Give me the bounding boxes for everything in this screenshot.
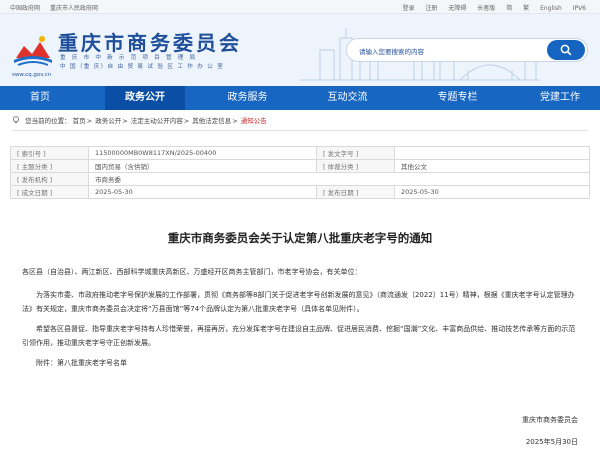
- table-row: [ 发布机构 ] 市商务委: [10, 172, 590, 186]
- index-label: [ 索引号 ]: [10, 146, 89, 160]
- search-input[interactable]: 请输入您要搜索的内容: [359, 46, 424, 56]
- document-meta-table: [ 索引号 ] 11500000MB0W8117XN/2025-00400 [ …: [10, 146, 590, 199]
- genre-label: [ 体裁分类 ]: [316, 159, 395, 173]
- location-icon: [12, 116, 20, 124]
- site-subtitle-2: 中 国（重 庆）自 由 贸 易 试 验 区 工 作 办 公 室: [60, 64, 225, 70]
- site-domain: sww.cq.gov.cn: [12, 72, 52, 78]
- main-nav: 首页 政务公开 政务服务 互动交流 专题专栏 党建工作: [0, 86, 600, 110]
- published-date-label: [ 发布日期 ]: [316, 185, 395, 199]
- article-paragraph-1: 为落实市委、市政府推动老字号保护发展的工作部署，贯彻《商务部等8部门关于促进老字…: [22, 291, 575, 313]
- site-logo-icon: [14, 36, 52, 66]
- top-right-links: 登录 注册 无障碍 长者版 简 繁 English IPV6: [393, 3, 586, 12]
- register-link[interactable]: 注册: [425, 5, 437, 12]
- article-paragraph-2: 希望各区县督促、指导重庆老字号持有人珍惜荣誉，再接再厉，充分发挥老字号在建设自主…: [22, 325, 576, 347]
- breadcrumb-statutory[interactable]: 法定主动公开内容: [131, 117, 183, 125]
- created-date-value: 2025-05-30: [88, 185, 317, 199]
- published-date-value: 2025-05-30: [394, 185, 590, 199]
- english-link[interactable]: English: [540, 5, 562, 12]
- site-title[interactable]: 重庆市商务委员会: [58, 27, 242, 56]
- elder-version-link[interactable]: 长者版: [477, 5, 495, 12]
- signature-org: 重庆市商务委员会: [522, 416, 578, 424]
- accessibility-link[interactable]: 无障碍: [448, 5, 466, 12]
- search-button[interactable]: [547, 40, 585, 60]
- attachment-link[interactable]: 附件：第八批重庆老字号名单: [22, 356, 578, 370]
- breadcrumb-home[interactable]: 首页: [73, 117, 86, 125]
- breadcrumb-prefix: 您当前的位置：: [25, 117, 71, 125]
- topic-value: 国内贸易（含供销）: [88, 159, 317, 173]
- cq-gov-link[interactable]: 重庆市人民政府网: [50, 5, 98, 12]
- nav-special-topics[interactable]: 专题专栏: [415, 86, 500, 110]
- nav-home[interactable]: 首页: [0, 86, 80, 110]
- nav-gov-affairs-open[interactable]: 政务公开: [105, 86, 185, 110]
- publisher-label: [ 发布机构 ]: [10, 172, 89, 186]
- nav-interaction[interactable]: 互动交流: [305, 86, 390, 110]
- topic-label: [ 主题分类 ]: [10, 159, 89, 173]
- breadcrumb-other-info[interactable]: 其他法定信息: [192, 117, 231, 125]
- breadcrumb-current[interactable]: 通知公告: [241, 117, 267, 125]
- table-row: [ 主题分类 ] 国内贸易（含供销） [ 体裁分类 ] 其他公文: [10, 159, 590, 173]
- signature-date: 2025年5月30日: [525, 438, 578, 446]
- publisher-value: 市商务委: [88, 172, 590, 186]
- top-left-links: 中国政府网 重庆市人民政府网: [10, 3, 106, 12]
- table-row: [ 索引号 ] 11500000MB0W8117XN/2025-00400 [ …: [10, 146, 590, 160]
- article-title: 重庆市商务委员会关于认定第八批重庆老字号的通知: [167, 231, 433, 245]
- search-icon: [560, 44, 572, 56]
- breadcrumb: 您当前的位置： 首页> 政务公开> 法定主动公开内容> 其他法定信息> 通知公告: [12, 115, 267, 125]
- site-subtitle-1: 重 庆 市 中 新 示 范 项 目 管 理 局: [60, 55, 198, 61]
- table-row: [ 成文日期 ] 2025-05-30 [ 发布日期 ] 2025-05-30: [10, 185, 590, 199]
- divider: [12, 130, 588, 131]
- index-value: 11500000MB0W8117XN/2025-00400: [88, 146, 317, 160]
- breadcrumb-gov-open[interactable]: 政务公开: [95, 117, 121, 125]
- simplified-link[interactable]: 简: [506, 5, 512, 12]
- doc-number-label: [ 发文字号 ]: [316, 146, 395, 160]
- nav-gov-services[interactable]: 政务服务: [205, 86, 290, 110]
- top-utility-bar: 中国政府网 重庆市人民政府网 登录 注册 无障碍 长者版 简 繁 English…: [0, 0, 600, 14]
- ipv6-link: IPV6: [572, 5, 586, 12]
- genre-value: 其他公文: [394, 159, 590, 173]
- traditional-link[interactable]: 繁: [523, 5, 529, 12]
- doc-number-value: [394, 146, 590, 160]
- login-link[interactable]: 登录: [402, 5, 414, 12]
- search-box: 请输入您要搜索的内容: [346, 38, 588, 62]
- article-salutation: 各区县（自治县）、两江新区、西部科学城重庆高新区、万盛经开区商务主管部门，市老字…: [22, 268, 362, 276]
- gov-portal-link[interactable]: 中国政府网: [10, 5, 40, 12]
- created-date-label: [ 成文日期 ]: [10, 185, 89, 199]
- site-header: 重庆市商务委员会 重 庆 市 中 新 示 范 项 目 管 理 局 中 国（重 庆…: [0, 14, 600, 86]
- nav-party-building[interactable]: 党建工作: [520, 86, 600, 110]
